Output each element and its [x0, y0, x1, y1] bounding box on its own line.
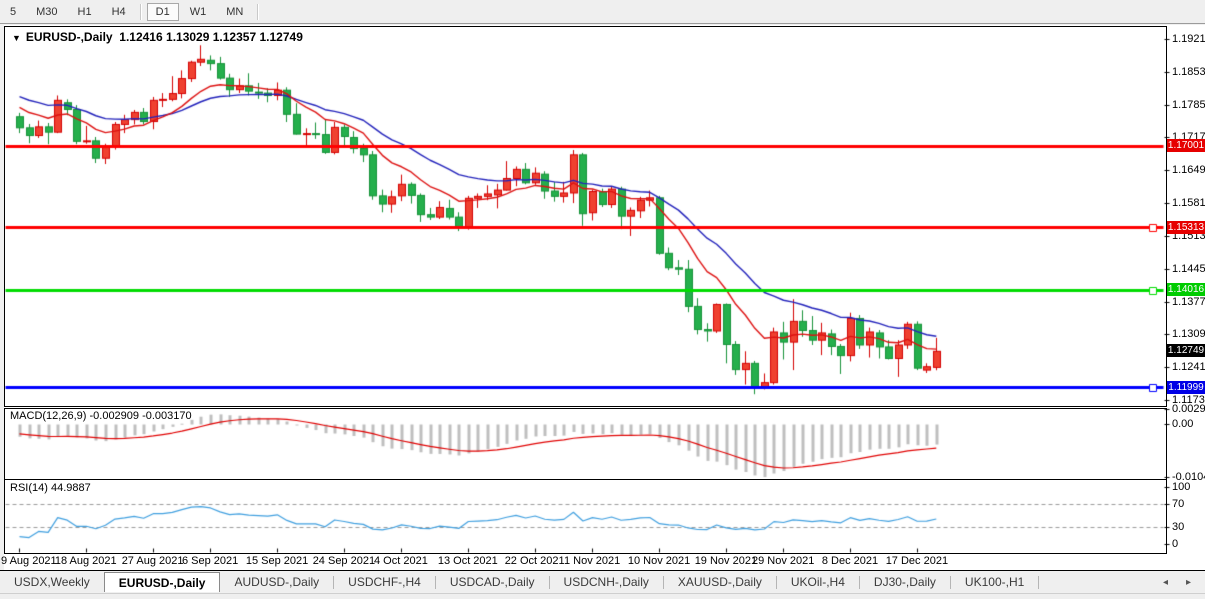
chart-canvas[interactable]: [0, 0, 1205, 599]
price-axis-label: 1.18530: [1172, 66, 1205, 78]
price-axis-label: 1.19210: [1172, 33, 1205, 45]
date-axis-label: 15 Sep 2021: [246, 555, 308, 567]
chart-bottom-border: [0, 570, 1205, 571]
tab-usdcad-daily[interactable]: USDCAD-,Daily: [436, 572, 549, 592]
ohlc-open: 1.12416: [119, 30, 162, 44]
current-price-badge: 1.12749: [1167, 344, 1205, 357]
date-axis-label: 10 Nov 2021: [628, 555, 690, 567]
date-axis-label: 22 Oct 2021: [505, 555, 565, 567]
date-axis-label: 17 Dec 2021: [886, 555, 948, 567]
tab-audusd-daily[interactable]: AUDUSD-,Daily: [220, 572, 333, 592]
ohlc-high: 1.13029: [166, 30, 209, 44]
date-axis-label: 18 Aug 2021: [55, 555, 117, 567]
macd-axis-label: 0.00: [1172, 418, 1193, 430]
rsi-indicator-label: RSI(14) 44.9887: [10, 482, 91, 494]
ohlc-low: 1.12357: [213, 30, 256, 44]
tab-dj30-daily[interactable]: DJ30-,Daily: [860, 572, 950, 592]
date-axis-label: 19 Nov 2021: [695, 555, 757, 567]
tab-scroll-right-icon[interactable]: ▸: [1186, 577, 1191, 588]
date-axis-label: 27 Aug 2021: [122, 555, 184, 567]
tab-scroll-left-icon[interactable]: ◂: [1163, 577, 1168, 588]
tab-scroll-arrows: ◂▸: [1163, 572, 1205, 592]
chart-title: ▼ EURUSD-,Daily 1.12416 1.13029 1.12357 1…: [12, 30, 303, 44]
chart-tab-bar: USDX,WeeklyEURUSD-,DailyAUDUSD-,DailyUSD…: [0, 572, 1205, 592]
price-axis-label: 1.14450: [1172, 263, 1205, 275]
date-axis-label: 8 Dec 2021: [822, 555, 878, 567]
tab-eurusd-daily[interactable]: EURUSD-,Daily: [104, 572, 221, 592]
rsi-axis-label: 30: [1172, 521, 1184, 533]
date-axis-label: 6 Sep 2021: [182, 555, 238, 567]
macd-axis-label: 0.002966: [1172, 403, 1205, 415]
tab-xauusd-daily[interactable]: XAUUSD-,Daily: [664, 572, 776, 592]
status-strip: [0, 593, 1205, 599]
level-price-badge: 1.15313: [1167, 221, 1205, 234]
ohlc-close: 1.12749: [259, 30, 302, 44]
date-axis-label: 24 Sep 2021: [313, 555, 375, 567]
price-axis-label: 1.17850: [1172, 99, 1205, 111]
level-price-badge: 1.14016: [1167, 283, 1205, 296]
rsi-axis-label: 70: [1172, 498, 1184, 510]
price-axis-label: 1.13090: [1172, 328, 1205, 340]
collapse-triangle-icon[interactable]: ▼: [12, 33, 21, 43]
tab-ukoil-h4[interactable]: UKOil-,H4: [777, 572, 859, 592]
date-axis-label: 13 Oct 2021: [438, 555, 498, 567]
tab-uk100-h1[interactable]: UK100-,H1: [951, 572, 1038, 592]
price-axis-label: 1.16490: [1172, 164, 1205, 176]
tab-separator: [1038, 576, 1039, 589]
level-price-badge: 1.11999: [1167, 381, 1205, 394]
tab-usdcnh-daily[interactable]: USDCNH-,Daily: [550, 572, 663, 592]
price-axis-label: 1.15810: [1172, 197, 1205, 209]
date-axis-label: 4 Oct 2021: [374, 555, 428, 567]
level-price-badge: 1.17001: [1167, 139, 1205, 152]
price-axis-label: 1.13770: [1172, 296, 1205, 308]
trading-terminal: 5M30H1H4D1W1MN ▼EURUSD-,Daily 1.12416 1.…: [0, 0, 1205, 599]
chart-symbol-label: EURUSD-,Daily: [26, 30, 113, 44]
rsi-axis-label: 0: [1172, 538, 1178, 550]
tab-usdchf-h4[interactable]: USDCHF-,H4: [334, 572, 435, 592]
date-axis-label: 1 Nov 2021: [564, 555, 620, 567]
date-axis-label: 29 Nov 2021: [752, 555, 814, 567]
macd-indicator-label: MACD(12,26,9) -0.002909 -0.003170: [10, 410, 192, 422]
price-axis-label: 1.12410: [1172, 361, 1205, 373]
date-axis-label: 9 Aug 2021: [1, 555, 57, 567]
rsi-value: 44.9887: [51, 482, 91, 494]
tab-usdx-weekly[interactable]: USDX,Weekly: [0, 572, 104, 592]
rsi-axis-label: 100: [1172, 481, 1190, 493]
macd-values: -0.002909 -0.003170: [89, 410, 191, 422]
